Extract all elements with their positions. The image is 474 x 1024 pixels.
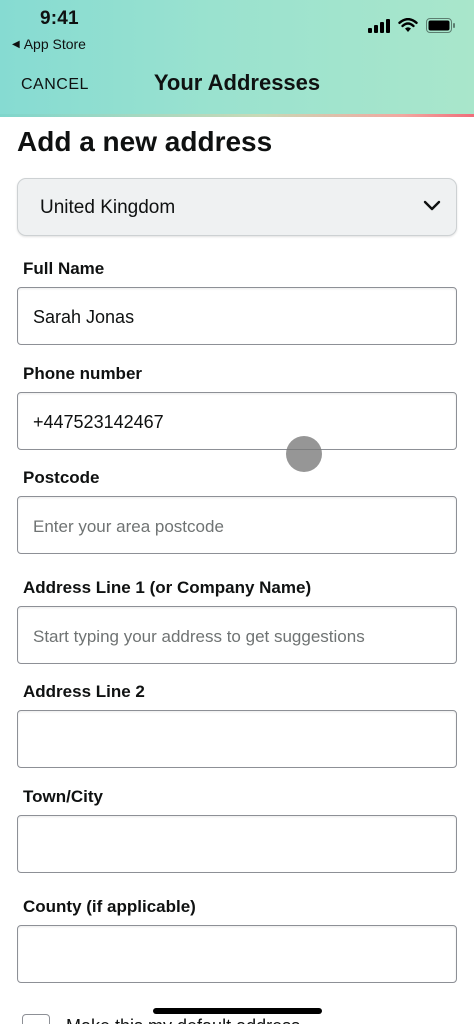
default-address-checkbox[interactable]: [22, 1014, 50, 1024]
address-line-2-field[interactable]: [17, 710, 457, 768]
country-select[interactable]: United Kingdom: [17, 178, 457, 236]
address-line-1-label: Address Line 1 (or Company Name): [23, 578, 312, 597]
battery-icon: [426, 18, 455, 33]
app-header: 9:41 ◀ App Store CANCEL Your Addresses: [0, 0, 474, 114]
country-select-value: United Kingdom: [40, 197, 176, 218]
status-time: 9:41: [40, 8, 79, 29]
full-name-value: Sarah Jonas: [33, 307, 135, 327]
phone-value: +447523142467: [33, 412, 164, 432]
nav-title: Your Addresses: [0, 70, 474, 96]
town-city-field[interactable]: [17, 815, 457, 873]
address-line-2-label: Address Line 2: [23, 682, 145, 701]
wifi-icon: [398, 18, 418, 32]
home-indicator: [153, 1008, 322, 1014]
back-to-app-link[interactable]: ◀ App Store: [12, 36, 86, 52]
phone-field[interactable]: +447523142467: [17, 392, 457, 450]
nav-title-text: Your Addresses: [153, 70, 321, 95]
county-label: County (if applicable): [23, 897, 196, 916]
town-city-label: Town/City: [23, 787, 103, 806]
address-line-1-placeholder: Start typing your address to get suggest…: [33, 627, 365, 646]
touch-indicator: [286, 436, 322, 472]
default-address-label: Make this my default address: [66, 1016, 300, 1024]
postcode-placeholder: Enter your area postcode: [33, 517, 224, 536]
signal-icon: [368, 18, 390, 33]
postcode-field[interactable]: Enter your area postcode: [17, 496, 457, 554]
full-name-field[interactable]: Sarah Jonas: [17, 287, 457, 345]
back-app-label: App Store: [23, 36, 86, 52]
full-name-label: Full Name: [23, 259, 105, 278]
status-icons: [368, 18, 456, 33]
phone-label: Phone number: [23, 364, 143, 383]
chevron-down-icon: [423, 200, 441, 211]
page-title: Add a new address: [17, 126, 273, 157]
header-accent-line: [0, 114, 474, 117]
back-triangle-icon: ◀: [12, 38, 20, 50]
postcode-label: Postcode: [23, 468, 100, 487]
address-line-1-field[interactable]: Start typing your address to get suggest…: [17, 606, 457, 664]
county-field[interactable]: [17, 925, 457, 983]
